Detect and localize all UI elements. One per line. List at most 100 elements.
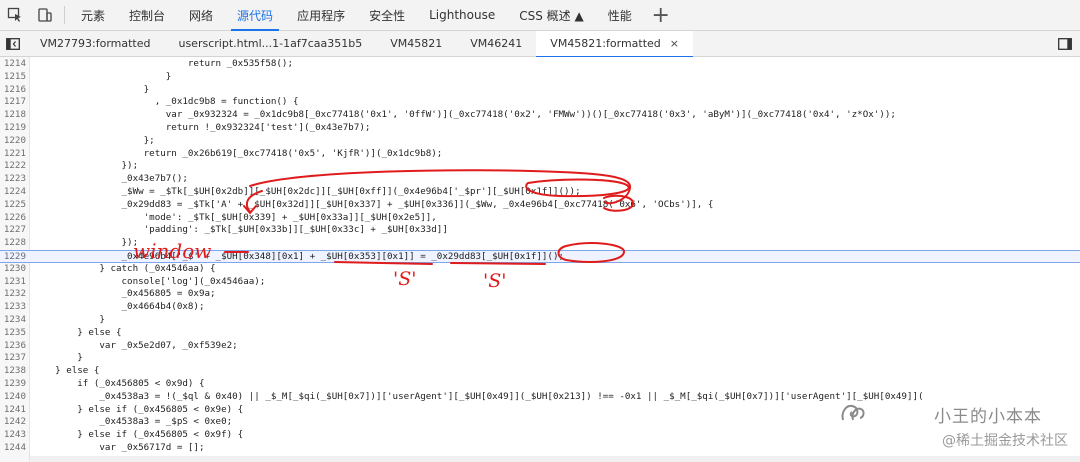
code-text: if (_0x456805 < 0x9d) {	[33, 378, 205, 389]
code-line[interactable]: 1240 _0x4538a3 = !(_$ql & 0x40) || _$_M[…	[0, 391, 1080, 404]
code-line[interactable]: 1221 return _0x26b619[_0xc77418('0x5', '…	[0, 148, 1080, 161]
line-number[interactable]: 1233	[0, 301, 26, 314]
code-line[interactable]: 1220 };	[0, 135, 1080, 148]
line-number[interactable]: 1242	[0, 416, 26, 429]
tab-lighthouse[interactable]: Lighthouse	[417, 0, 507, 31]
code-line[interactable]: 1242 _0x4538a3 = _$pS < 0xe0;	[0, 416, 1080, 429]
file-tab[interactable]: userscript.html...1-1af7caa351b5	[164, 31, 376, 57]
line-number[interactable]: 1243	[0, 429, 26, 442]
code-text: var _0x56717d = [];	[33, 442, 205, 453]
code-line[interactable]: 1228 });	[0, 237, 1080, 250]
code-line[interactable]: 1227 'padding': _$Tk[_$UH[0x33b]][_$UH[0…	[0, 224, 1080, 237]
tab-elements[interactable]: 元素	[69, 0, 117, 31]
line-number[interactable]: 1219	[0, 122, 26, 135]
line-number[interactable]: 1226	[0, 212, 26, 225]
tab-application[interactable]: 应用程序	[285, 0, 357, 31]
code-line[interactable]: 1233 _0x4664b4(0x8);	[0, 301, 1080, 314]
line-number[interactable]: 1234	[0, 314, 26, 327]
code-line[interactable]: 1230 } catch (_0x4546aa) {	[0, 263, 1080, 276]
tab-performance[interactable]: 性能	[596, 0, 644, 31]
code-line[interactable]: 1239 if (_0x456805 < 0x9d) {	[0, 378, 1080, 391]
line-number[interactable]: 1214	[0, 58, 26, 71]
line-number[interactable]: 1230	[0, 263, 26, 276]
code-text: } else {	[33, 326, 122, 338]
code-line[interactable]: 1223 _0x43e7b7();	[0, 173, 1080, 186]
file-tabs-bar: VM27793:formatted userscript.html...1-1a…	[0, 30, 1080, 58]
code-line[interactable]: 1229 _0x4e96b4['_$' + _$UH[0x348][0x1] +…	[0, 250, 1080, 263]
code-text: return _0x26b619[_0xc77418('0x5', 'KjfR'…	[33, 147, 443, 159]
device-toolbar-icon[interactable]	[30, 0, 60, 31]
line-number[interactable]: 1235	[0, 327, 26, 340]
code-line[interactable]: 1224 _$Ww = _$Tk[_$UH[0x2db]][_$UH[0x2dc…	[0, 186, 1080, 199]
code-line[interactable]: 1222 });	[0, 160, 1080, 173]
line-number[interactable]: 1225	[0, 199, 26, 212]
line-number[interactable]: 1222	[0, 160, 26, 173]
line-number[interactable]: 1239	[0, 378, 26, 391]
file-tab[interactable]: VM46241	[456, 31, 536, 57]
code-text: }	[33, 352, 83, 364]
tab-sources[interactable]: 源代码	[225, 0, 285, 31]
devtools-toolbar: 元素 控制台 网络 源代码 应用程序 安全性 Lighthouse CSS 概述…	[0, 0, 1080, 31]
close-icon[interactable]: ×	[670, 37, 679, 50]
code-text: return _0x535f58();	[33, 58, 293, 69]
line-number[interactable]: 1217	[0, 96, 26, 109]
line-number[interactable]: 1231	[0, 276, 26, 289]
line-number[interactable]: 1215	[0, 71, 26, 84]
horizontal-scrollbar[interactable]	[30, 456, 1080, 462]
line-number[interactable]: 1221	[0, 148, 26, 161]
line-number[interactable]: 1232	[0, 288, 26, 301]
toggle-debugger-icon[interactable]	[1054, 31, 1076, 57]
code-line[interactable]: 1225 _0x29dd83 = _$Tk['A' + _$UH[0x32d]]…	[0, 199, 1080, 212]
code-text: 'mode': _$Tk[_$UH[0x339] + _$UH[0x33a]][…	[33, 211, 437, 223]
line-number[interactable]: 1220	[0, 135, 26, 148]
line-number[interactable]: 1227	[0, 224, 26, 237]
code-line[interactable]: 1218 var _0x932324 = _0x1dc9b8[_0xc77418…	[0, 109, 1080, 122]
code-line[interactable]: 1231 console['log'](_0x4546aa);	[0, 276, 1080, 289]
line-number[interactable]: 1241	[0, 404, 26, 417]
code-line[interactable]: 1232 _0x456805 = 0x9a;	[0, 288, 1080, 301]
toggle-navigator-icon[interactable]	[0, 31, 26, 57]
line-number[interactable]: 1228	[0, 237, 26, 250]
code-line[interactable]: 1243 } else if (_0x456805 < 0x9f) {	[0, 429, 1080, 442]
add-panel-icon[interactable]: +	[644, 0, 678, 31]
file-tab[interactable]: VM27793:formatted	[26, 31, 164, 57]
code-text: });	[33, 237, 139, 249]
code-line[interactable]: 1215 }	[0, 71, 1080, 84]
code-line[interactable]: 1235 } else {	[0, 327, 1080, 340]
line-number[interactable]: 1216	[0, 84, 26, 97]
watermark-subtitle: @稀土掘金技术社区	[942, 433, 1068, 449]
code-line[interactable]: 1216 }	[0, 84, 1080, 97]
code-text: _$Ww = _$Tk[_$UH[0x2db]][_$UH[0x2dc]][_$…	[33, 186, 581, 197]
code-text: var _0x932324 = _0x1dc9b8[_0xc77418('0x1…	[33, 109, 896, 121]
code-line[interactable]: 1217 , _0x1dc9b8 = function() {	[0, 96, 1080, 109]
code-text: var _0x5e2d07, _0xf539e2;	[33, 339, 238, 351]
tab-css-overview[interactable]: CSS 概述 ▲	[507, 0, 595, 31]
code-line[interactable]: 1219 return !_0x932324['test'](_0x43e7b7…	[0, 122, 1080, 135]
code-line[interactable]: 1238 } else {	[0, 365, 1080, 378]
code-text: }	[33, 83, 150, 95]
line-number[interactable]: 1236	[0, 340, 26, 353]
line-number[interactable]: 1218	[0, 109, 26, 122]
line-number[interactable]: 1238	[0, 365, 26, 378]
code-text: 'padding': _$Tk[_$UH[0x33b]][_$UH[0x33c]…	[33, 224, 448, 236]
code-text: _0x43e7b7();	[33, 173, 188, 185]
code-line[interactable]: 1236 var _0x5e2d07, _0xf539e2;	[0, 340, 1080, 353]
tab-network[interactable]: 网络	[177, 0, 225, 31]
line-number[interactable]: 1224	[0, 186, 26, 199]
code-line[interactable]: 1214 return _0x535f58();	[0, 58, 1080, 71]
inspect-element-icon[interactable]	[0, 0, 30, 31]
tab-security[interactable]: 安全性	[357, 0, 417, 31]
line-number[interactable]: 1223	[0, 173, 26, 186]
code-line[interactable]: 1234 }	[0, 314, 1080, 327]
tab-console[interactable]: 控制台	[117, 0, 177, 31]
code-line[interactable]: 1244 var _0x56717d = [];	[0, 442, 1080, 455]
code-line[interactable]: 1241 } else if (_0x456805 < 0x9e) {	[0, 404, 1080, 417]
file-tab-active[interactable]: VM45821:formatted ×	[536, 30, 693, 58]
file-tab[interactable]: VM45821	[376, 31, 456, 57]
code-editor[interactable]: 1214 return _0x535f58(); 1215 } 1216 } 1217…	[0, 57, 1080, 462]
code-line[interactable]: 1237 }	[0, 352, 1080, 365]
line-number[interactable]: 1244	[0, 442, 26, 455]
line-number[interactable]: 1240	[0, 391, 26, 404]
code-line[interactable]: 1226 'mode': _$Tk[_$UH[0x339] + _$UH[0x3…	[0, 212, 1080, 225]
line-number[interactable]: 1237	[0, 352, 26, 365]
